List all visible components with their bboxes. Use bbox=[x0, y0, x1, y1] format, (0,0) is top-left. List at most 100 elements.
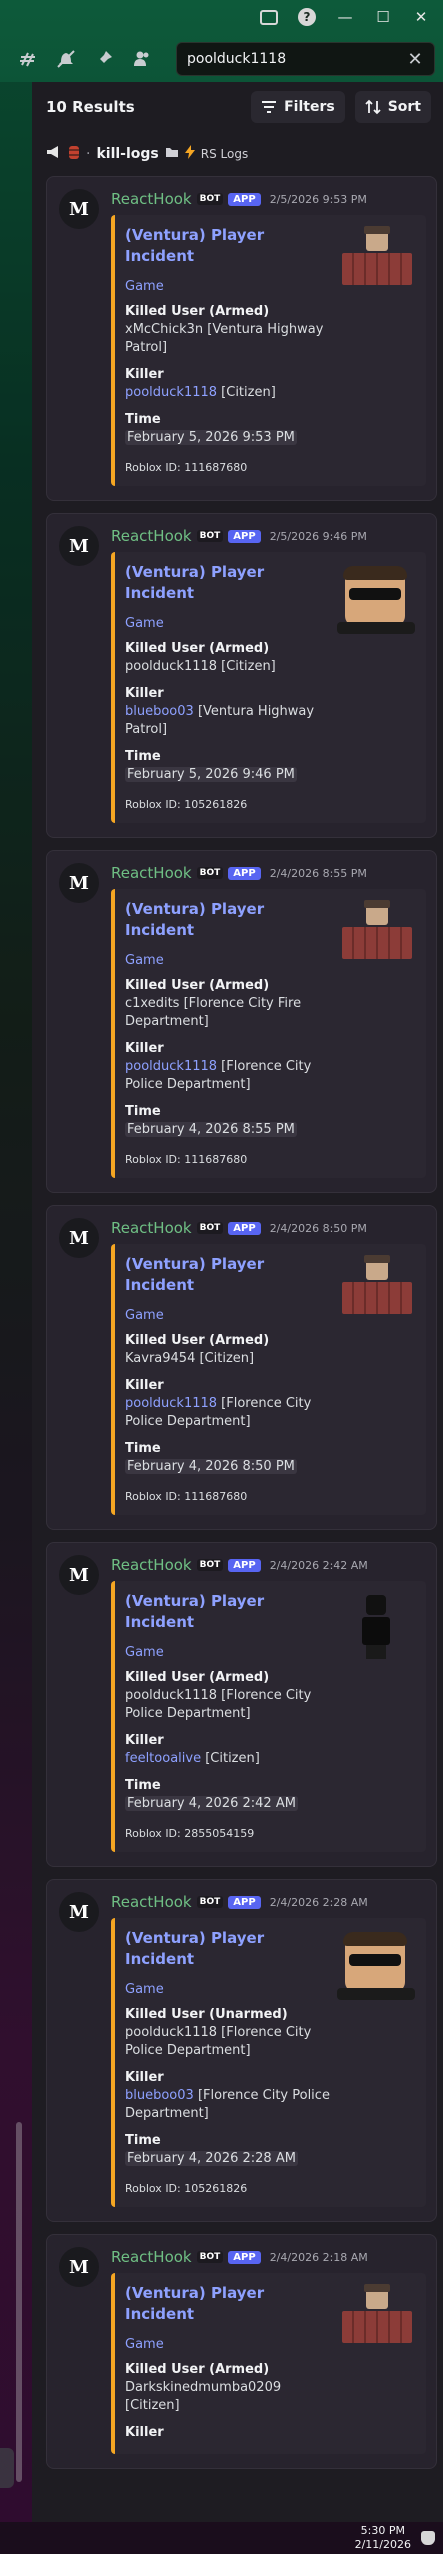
killed-label: Killed User (Armed) bbox=[125, 304, 270, 319]
game-link[interactable]: Game bbox=[125, 1982, 336, 1997]
search-result[interactable]: M ReactHook BOT APP 2/4/2026 2:18 AM (Ventura… bbox=[46, 2234, 437, 2469]
embed-title[interactable]: (Ventura) Player Incident bbox=[125, 2283, 336, 2325]
game-link[interactable]: Game bbox=[125, 1645, 336, 1660]
killer-link[interactable]: poolduck1118 bbox=[125, 385, 217, 400]
sort-icon bbox=[365, 99, 381, 115]
bot-avatar[interactable]: M bbox=[59, 189, 99, 229]
embed-thumbnail[interactable] bbox=[336, 1928, 416, 2195]
game-link[interactable]: Game bbox=[125, 1308, 336, 1323]
message-header: ReactHook BOT APP 2/4/2026 2:18 AM bbox=[111, 2247, 426, 2267]
mute-icon[interactable] bbox=[54, 47, 78, 71]
avatar-thumbnail-image bbox=[337, 1932, 415, 2000]
game-link[interactable]: Game bbox=[125, 2337, 336, 2352]
author-name[interactable]: ReactHook bbox=[111, 864, 192, 882]
embed-thumbnail[interactable] bbox=[336, 2283, 416, 2442]
rail-tab[interactable] bbox=[0, 2448, 14, 2488]
game-link[interactable]: Game bbox=[125, 616, 336, 631]
bot-avatar[interactable]: M bbox=[59, 1218, 99, 1258]
search-result[interactable]: M ReactHook BOT APP 2/4/2026 2:28 AM (Ventura… bbox=[46, 1879, 437, 2222]
minimize-button[interactable]: — bbox=[327, 2, 363, 32]
bot-avatar[interactable]: M bbox=[59, 1555, 99, 1595]
killer-value: poolduck1118 [Citizen] bbox=[125, 384, 336, 402]
app-badge: APP bbox=[228, 2250, 261, 2264]
maximize-button[interactable]: ☐ bbox=[365, 2, 401, 32]
message-timestamp: 2/5/2026 9:46 PM bbox=[269, 529, 367, 543]
embed-title[interactable]: (Ventura) Player Incident bbox=[125, 1928, 336, 1970]
bot-avatar[interactable]: M bbox=[59, 526, 99, 566]
killed-label: Killed User (Armed) bbox=[125, 1670, 270, 1685]
killer-link[interactable]: blueboo03 bbox=[125, 704, 194, 719]
author-name[interactable]: ReactHook bbox=[111, 527, 192, 545]
killer-link[interactable]: feeltooalive bbox=[125, 1751, 201, 1766]
killed-label: Killed User (Armed) bbox=[125, 1333, 270, 1348]
embed-thumbnail[interactable] bbox=[336, 1254, 416, 1503]
embed-thumbnail[interactable] bbox=[336, 899, 416, 1166]
search-result[interactable]: M ReactHook BOT APP 2/5/2026 9:53 PM (Ventura… bbox=[46, 176, 437, 501]
channel-separator: · bbox=[86, 146, 91, 162]
embed-thumbnail[interactable] bbox=[336, 225, 416, 474]
search-header: poolduck1118 ✕ bbox=[0, 36, 443, 82]
inbox-icon[interactable] bbox=[251, 2, 287, 32]
killer-link[interactable]: poolduck1118 bbox=[125, 1396, 217, 1411]
results-header: 10 Results Filters Sort bbox=[32, 82, 443, 132]
author-name[interactable]: ReactHook bbox=[111, 1893, 192, 1911]
game-link[interactable]: Game bbox=[125, 953, 336, 968]
app-badge: APP bbox=[228, 866, 261, 880]
killed-label: Killed User (Armed) bbox=[125, 978, 270, 993]
search-result[interactable]: M ReactHook BOT APP 2/4/2026 8:50 PM (Ventura… bbox=[46, 1205, 437, 1530]
killed-value: poolduck1118 [Citizen] bbox=[125, 659, 276, 674]
filters-button[interactable]: Filters bbox=[251, 91, 345, 123]
taskbar-clock: 5:30 PM 2/11/2026 bbox=[0, 2522, 443, 2554]
avatar-thumbnail-image bbox=[338, 226, 414, 293]
time-text: February 5, 2026 9:46 PM bbox=[125, 767, 297, 782]
embed-body: (Ventura) Player Incident Game Killed User… bbox=[115, 2273, 426, 2454]
search-result[interactable]: M ReactHook BOT APP 2/4/2026 2:42 AM (Ventura… bbox=[46, 1542, 437, 1867]
notification-bell-icon[interactable] bbox=[421, 2531, 435, 2545]
embed-thumbnail[interactable] bbox=[336, 562, 416, 811]
threads-icon[interactable] bbox=[16, 47, 40, 71]
killer-label: Killer bbox=[125, 2425, 164, 2440]
search-result[interactable]: M ReactHook BOT APP 2/5/2026 9:46 PM (Ventura… bbox=[46, 513, 437, 838]
app-badge: APP bbox=[228, 192, 261, 206]
author-name[interactable]: ReactHook bbox=[111, 190, 192, 208]
embed-thumbnail[interactable] bbox=[336, 1591, 416, 1840]
killer-value: blueboo03 [Ventura Highway Patrol] bbox=[125, 703, 336, 739]
members-icon[interactable] bbox=[130, 47, 154, 71]
killer-link[interactable]: poolduck1118 bbox=[125, 1059, 217, 1074]
channel-path[interactable]: · kill-logs RS Logs bbox=[32, 132, 443, 176]
app-badge: APP bbox=[228, 1558, 261, 1572]
embed-title[interactable]: (Ventura) Player Incident bbox=[125, 1591, 336, 1633]
search-result[interactable]: M ReactHook BOT APP 2/4/2026 8:55 PM (Ventura… bbox=[46, 850, 437, 1193]
pin-icon[interactable] bbox=[92, 47, 116, 71]
killed-value: poolduck1118 [Florence City Police Depar… bbox=[125, 2025, 312, 2058]
embed-footer: Roblox ID: 111687680 bbox=[125, 1153, 248, 1166]
killer-value: feeltooalive [Citizen] bbox=[125, 1750, 336, 1768]
embed-title[interactable]: (Ventura) Player Incident bbox=[125, 899, 336, 941]
killer-link[interactable]: blueboo03 bbox=[125, 2088, 194, 2103]
killed-value: Darkskinedmumba0209 [Citizen] bbox=[125, 2380, 282, 2413]
bot-avatar[interactable]: M bbox=[59, 2247, 99, 2287]
clear-search-button[interactable]: ✕ bbox=[406, 49, 424, 70]
search-input[interactable]: poolduck1118 ✕ bbox=[176, 42, 435, 76]
help-icon[interactable]: ? bbox=[289, 2, 325, 32]
embed-title[interactable]: (Ventura) Player Incident bbox=[125, 1254, 336, 1296]
author-name[interactable]: ReactHook bbox=[111, 2248, 192, 2266]
embed-body: (Ventura) Player Incident Game Killed User… bbox=[115, 889, 426, 1178]
embed-body: (Ventura) Player Incident Game Killed User… bbox=[115, 1918, 426, 2207]
embed-footer: Roblox ID: 111687680 bbox=[125, 1490, 248, 1503]
clock-text[interactable]: 5:30 PM 2/11/2026 bbox=[355, 2524, 411, 2552]
filter-icon bbox=[262, 101, 277, 113]
author-name[interactable]: ReactHook bbox=[111, 1219, 192, 1237]
bot-avatar[interactable]: M bbox=[59, 1892, 99, 1932]
embed-title[interactable]: (Ventura) Player Incident bbox=[125, 225, 336, 267]
game-link[interactable]: Game bbox=[125, 279, 336, 294]
lightning-icon bbox=[184, 145, 195, 163]
author-name[interactable]: ReactHook bbox=[111, 1556, 192, 1574]
embed-title[interactable]: (Ventura) Player Incident bbox=[125, 562, 336, 604]
close-window-button[interactable]: ✕ bbox=[403, 2, 439, 32]
rail-scrollbar[interactable] bbox=[16, 2122, 22, 2482]
time-label: Time bbox=[125, 2133, 161, 2148]
message-header: ReactHook BOT APP 2/4/2026 2:28 AM bbox=[111, 1892, 426, 1912]
bot-avatar[interactable]: M bbox=[59, 863, 99, 903]
sort-button[interactable]: Sort bbox=[354, 91, 431, 123]
